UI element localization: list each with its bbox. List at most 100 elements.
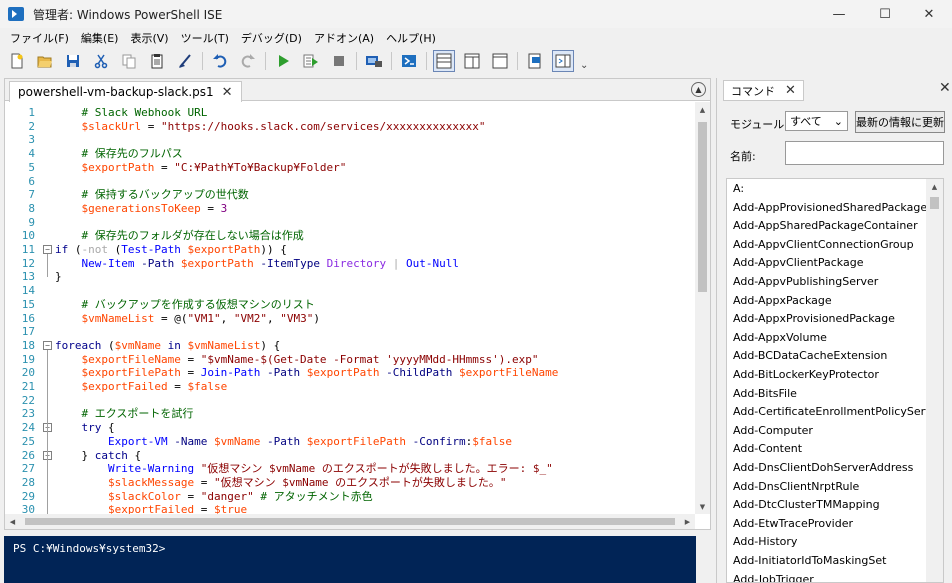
refresh-button[interactable]: 最新の情報に更新 bbox=[855, 111, 945, 133]
code-line[interactable]: 22 bbox=[5, 394, 695, 408]
code-line[interactable]: 27 Write-Warning "仮想マシン $vmName のエクスポートが… bbox=[5, 462, 695, 476]
code-line[interactable]: 29 $slackColor = "danger" # アタッチメント赤色 bbox=[5, 490, 695, 504]
code-line[interactable]: 23 # エクスポートを試行 bbox=[5, 407, 695, 421]
paste-button[interactable] bbox=[146, 50, 168, 72]
show-script-right-button[interactable] bbox=[461, 50, 483, 72]
code-line[interactable]: 28 $slackMessage = "仮想マシン $vmName のエクスポー… bbox=[5, 476, 695, 490]
command-list-item[interactable]: Add-BCDataCacheExtension bbox=[733, 347, 887, 366]
command-list[interactable]: A:Add-AppProvisionedSharedPackageContain… bbox=[726, 178, 944, 583]
command-list-item[interactable]: Add-AppvClientPackage bbox=[733, 254, 863, 273]
command-list-item[interactable]: Add-Computer bbox=[733, 422, 813, 441]
editor-horizontal-scrollbar[interactable]: ◀ ▶ bbox=[5, 514, 695, 529]
toolbar-overflow-icon[interactable]: ⌄ bbox=[580, 60, 588, 71]
command-list-item[interactable]: Add-JobTrigger bbox=[733, 571, 814, 582]
menu-addons[interactable]: アドオン(A) bbox=[308, 30, 380, 46]
console-pane[interactable]: PS C:¥Windows¥system32> bbox=[4, 536, 711, 583]
maximize-button[interactable]: ☐ bbox=[862, 0, 908, 28]
close-button[interactable]: ✕ bbox=[906, 0, 952, 28]
code-line[interactable]: 10 # 保存先のフォルダが存在しない場合は作成 bbox=[5, 229, 695, 243]
command-list-item[interactable]: Add-AppSharedPackageContainer bbox=[733, 217, 918, 236]
code-line[interactable]: 17 bbox=[5, 325, 695, 339]
scroll-up-icon[interactable]: ▲ bbox=[695, 102, 710, 117]
code-line[interactable]: 13} bbox=[5, 270, 695, 284]
code-line[interactable]: 9 bbox=[5, 216, 695, 230]
redo-button[interactable] bbox=[237, 50, 259, 72]
command-tab[interactable]: コマンド ✕ bbox=[723, 80, 804, 101]
scroll-thumb[interactable] bbox=[698, 122, 707, 292]
show-command-addon-button[interactable] bbox=[552, 50, 574, 72]
new-file-button[interactable] bbox=[6, 50, 28, 72]
command-list-item[interactable]: Add-DnsClientNrptRule bbox=[733, 478, 859, 497]
tab-close-icon[interactable]: ✕ bbox=[785, 83, 796, 98]
scroll-thumb[interactable] bbox=[930, 197, 939, 209]
code-line[interactable]: 25 Export-VM -Name $vmName -Path $export… bbox=[5, 435, 695, 449]
command-list-item[interactable]: Add-AppxProvisionedPackage bbox=[733, 310, 895, 329]
new-remote-tab-button[interactable] bbox=[363, 50, 385, 72]
show-script-max-button[interactable] bbox=[489, 50, 511, 72]
cut-button[interactable] bbox=[90, 50, 112, 72]
scroll-down-icon[interactable]: ▼ bbox=[695, 499, 710, 514]
console-scrollbar[interactable] bbox=[696, 536, 711, 583]
code-line[interactable]: 24− try { bbox=[5, 421, 695, 435]
scroll-up-icon[interactable]: ▲ bbox=[926, 179, 943, 194]
command-list-item[interactable]: Add-AppvClientConnectionGroup bbox=[733, 236, 914, 255]
command-list-item[interactable]: Add-InitiatorIdToMaskingSet bbox=[733, 552, 886, 571]
code-line[interactable]: 6 bbox=[5, 175, 695, 189]
code-line[interactable]: 18− foreach ($vmName in $vmNameList) { bbox=[5, 339, 695, 353]
code-line[interactable]: 16 $vmNameList = @("VM1", "VM2", "VM3") bbox=[5, 312, 695, 326]
command-list-item[interactable]: A: bbox=[733, 180, 744, 199]
stop-button[interactable] bbox=[328, 50, 350, 72]
command-list-item[interactable]: Add-AppxPackage bbox=[733, 292, 832, 311]
scroll-thumb[interactable] bbox=[25, 518, 675, 525]
menu-file[interactable]: ファイル(F) bbox=[4, 30, 75, 46]
code-line[interactable]: 11− if (-not (Test-Path $exportPath)) { bbox=[5, 243, 695, 257]
code-line[interactable]: 7 # 保持するバックアップの世代数 bbox=[5, 188, 695, 202]
code-line[interactable]: 3 bbox=[5, 133, 695, 147]
script-tab[interactable]: powershell-vm-backup-slack.ps1 ✕ bbox=[9, 81, 242, 102]
undo-button[interactable] bbox=[209, 50, 231, 72]
code-line[interactable]: 5 $exportPath = "C:¥Path¥To¥Backup¥Folde… bbox=[5, 161, 695, 175]
code-line[interactable]: 12 New-Item -Path $exportPath -ItemType … bbox=[5, 257, 695, 271]
start-powershell-button[interactable] bbox=[398, 50, 420, 72]
editor-vertical-scrollbar[interactable]: ▲ ▼ bbox=[695, 102, 710, 514]
code-line[interactable]: 15 # バックアップを作成する仮想マシンのリスト bbox=[5, 298, 695, 312]
command-list-scrollbar[interactable]: ▲ bbox=[926, 179, 943, 582]
tab-close-icon[interactable]: ✕ bbox=[222, 85, 233, 100]
collapse-script-pane-button[interactable]: ▲ bbox=[691, 82, 706, 97]
save-button[interactable] bbox=[62, 50, 84, 72]
scroll-left-icon[interactable]: ◀ bbox=[5, 514, 20, 529]
code-line[interactable]: 14 bbox=[5, 284, 695, 298]
command-list-item[interactable]: Add-AppxVolume bbox=[733, 329, 827, 348]
code-line[interactable]: 26− } catch { bbox=[5, 449, 695, 463]
code-line[interactable]: 4 # 保存先のフルパス bbox=[5, 147, 695, 161]
command-list-item[interactable]: Add-BitsFile bbox=[733, 385, 797, 404]
menu-debug[interactable]: デバッグ(D) bbox=[235, 30, 308, 46]
code-line[interactable]: 19 $exportFileName = "$vmName-$(Get-Date… bbox=[5, 353, 695, 367]
code-line[interactable]: 20 $exportFilePath = Join-Path -Path $ex… bbox=[5, 366, 695, 380]
menu-help[interactable]: ヘルプ(H) bbox=[380, 30, 442, 46]
command-list-item[interactable]: Add-AppvPublishingServer bbox=[733, 273, 878, 292]
command-list-item[interactable]: Add-CertificateEnrollmentPolicyServer bbox=[733, 403, 943, 422]
code-line[interactable]: 21 $exportFailed = $false bbox=[5, 380, 695, 394]
menu-edit[interactable]: 編集(E) bbox=[75, 30, 125, 46]
panel-close-icon[interactable]: ✕ bbox=[939, 80, 951, 96]
menu-tools[interactable]: ツール(T) bbox=[175, 30, 235, 46]
code-line[interactable]: 8 $generationsToKeep = 3 bbox=[5, 202, 695, 216]
fold-toggle-icon[interactable]: − bbox=[43, 245, 52, 254]
command-list-item[interactable]: Add-EtwTraceProvider bbox=[733, 515, 853, 534]
command-list-item[interactable]: Add-AppProvisionedSharedPackageContainer bbox=[733, 199, 943, 218]
command-list-item[interactable]: Add-BitLockerKeyProtector bbox=[733, 366, 879, 385]
clear-console-button[interactable] bbox=[174, 50, 196, 72]
code-line[interactable]: 1 # Slack Webhook URL bbox=[5, 106, 695, 120]
code-line[interactable]: 30 $exportFailed = $true bbox=[5, 503, 695, 514]
code-editor[interactable]: 1 # Slack Webhook URL 2 $slackUrl = "http… bbox=[5, 102, 695, 514]
command-list-item[interactable]: Add-DnsClientDohServerAddress bbox=[733, 459, 913, 478]
command-list-item[interactable]: Add-DtcClusterTMMapping bbox=[733, 496, 880, 515]
run-script-button[interactable] bbox=[272, 50, 294, 72]
scroll-right-icon[interactable]: ▶ bbox=[680, 514, 695, 529]
show-script-top-button[interactable] bbox=[433, 50, 455, 72]
open-file-button[interactable] bbox=[34, 50, 56, 72]
menu-view[interactable]: 表示(V) bbox=[124, 30, 174, 46]
command-list-item[interactable]: Add-History bbox=[733, 533, 797, 552]
show-command-window-button[interactable] bbox=[524, 50, 546, 72]
